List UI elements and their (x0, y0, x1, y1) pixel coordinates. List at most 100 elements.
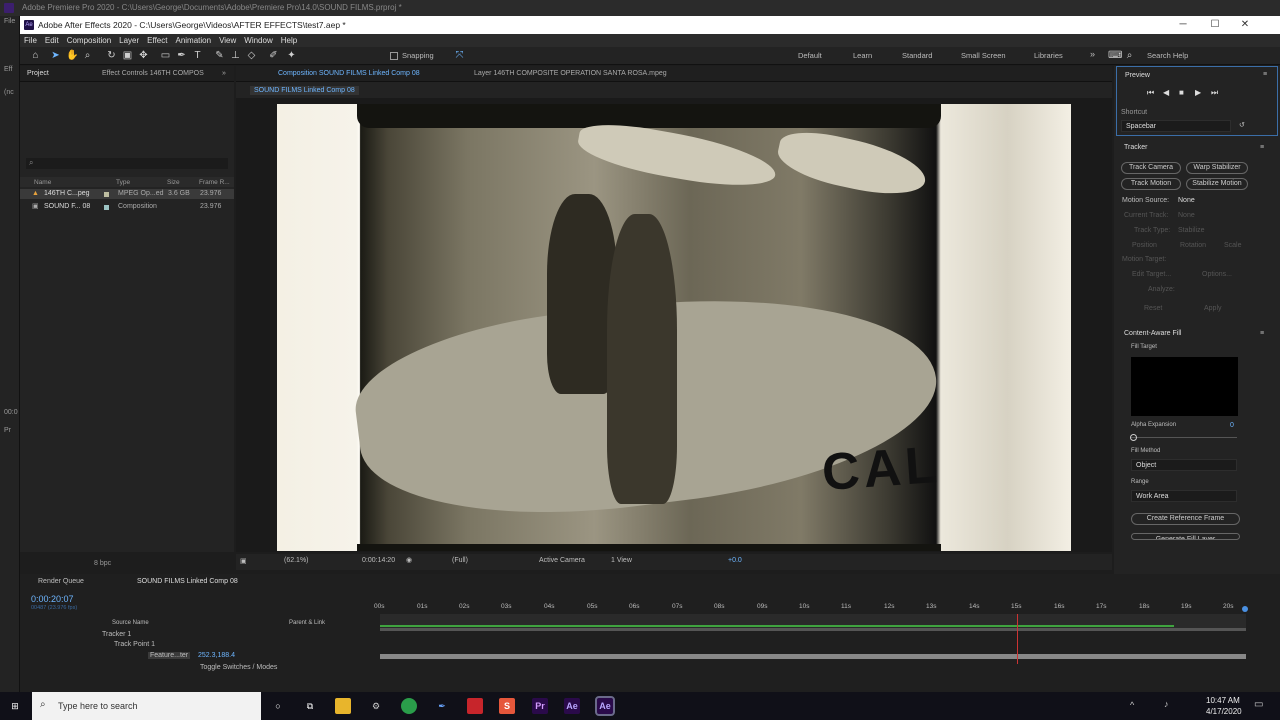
close-button[interactable]: ✕ (1230, 16, 1260, 34)
clock-date[interactable]: 4/17/2020 (1206, 707, 1242, 716)
timeline-timecode[interactable]: 0:00:20:07 (31, 594, 74, 604)
workspace-standard[interactable]: Standard (902, 51, 932, 60)
reset-icon[interactable]: ↺ (1239, 121, 1245, 129)
col-size[interactable]: Size (167, 179, 180, 186)
puppet-pin-icon[interactable]: ✦ (286, 50, 297, 61)
workspaces-more-button[interactable]: » (1090, 49, 1095, 59)
task-view-icon[interactable]: ⧉ (302, 698, 318, 714)
tab-project[interactable]: Project (27, 70, 49, 77)
zoom-tool-icon[interactable]: ⌕ (82, 50, 93, 61)
options-button[interactable]: Options... (1202, 271, 1232, 278)
workspace-libraries[interactable]: Libraries (1034, 51, 1063, 60)
maximize-button[interactable]: ☐ (1200, 16, 1230, 34)
bpc-label[interactable]: 8 bpc (94, 560, 111, 567)
range-dropdown[interactable]: Work Area (1131, 490, 1237, 502)
type-tool-icon[interactable]: T (192, 50, 203, 61)
track-bar[interactable] (380, 654, 1246, 659)
menu-animation[interactable]: Animation (171, 34, 215, 47)
work-area-bar[interactable] (380, 628, 1246, 631)
minimize-button[interactable]: ─ (1168, 16, 1198, 34)
feature-center-value[interactable]: 252.3,188.4 (198, 652, 235, 659)
motion-source-dropdown[interactable]: None (1178, 197, 1195, 204)
selection-tool-icon[interactable]: ➤ (50, 50, 61, 61)
snap-icon[interactable]: ⤧ (454, 50, 465, 61)
roto-brush-icon[interactable]: ✐ (268, 50, 279, 61)
menu-effect[interactable]: Effect (143, 34, 171, 47)
tab-effect-controls[interactable]: Effect Controls 146TH COMPOS (102, 70, 204, 77)
menu-edit[interactable]: Edit (41, 34, 63, 47)
feather-app-icon[interactable]: ✒ (434, 698, 450, 714)
workspace-learn[interactable]: Learn (853, 51, 872, 60)
clock-time[interactable]: 10:47 AM (1206, 696, 1240, 705)
menu-view[interactable]: View (215, 34, 240, 47)
snapshot-icon[interactable]: ◉ (406, 556, 412, 564)
project-search-input[interactable]: ⌕ (26, 158, 228, 169)
panel-more-icon[interactable]: » (222, 70, 226, 77)
panel-menu-icon[interactable]: ≡ (1260, 330, 1264, 337)
col-frame-rate[interactable]: Frame R... (199, 179, 230, 186)
keyboard-icon[interactable]: ⌨ (1108, 50, 1122, 61)
notifications-icon[interactable]: ▭ (1254, 699, 1263, 710)
network-app-icon[interactable]: ⚙ (368, 698, 384, 714)
camera-dropdown[interactable]: Active Camera (539, 557, 585, 564)
project-row[interactable]: ▣ SOUND F... 08 Composition 23.976 (20, 202, 234, 212)
warp-stabilizer-button[interactable]: Warp Stabilizer (1186, 162, 1248, 174)
brush-tool-icon[interactable]: ✎ (214, 50, 225, 61)
slider-handle[interactable] (1130, 434, 1137, 441)
layer-feature-center[interactable]: Feature...ter (148, 652, 191, 659)
menu-layer[interactable]: Layer (115, 34, 143, 47)
workspace-default[interactable]: Default (798, 51, 822, 60)
fill-method-dropdown[interactable]: Object (1131, 459, 1237, 471)
alpha-expansion-slider[interactable] (1131, 437, 1237, 438)
comp-breadcrumb[interactable]: SOUND FILMS Linked Comp 08 (250, 86, 359, 95)
next-frame-icon[interactable]: ▶︎ (1195, 88, 1201, 97)
project-row[interactable]: ▲ 146TH C...peg MPEG Op...ed 3.6 GB 23.9… (20, 189, 234, 199)
media-app-icon[interactable] (467, 698, 483, 714)
premiere-taskbar-icon[interactable]: Pr (532, 698, 548, 714)
premiere-side-strip[interactable]: File Eff (nc 00:0 Pr (0, 16, 20, 692)
resolution-dropdown[interactable]: (Full) (452, 557, 468, 564)
camera-tool-icon[interactable]: ▣ (122, 50, 133, 61)
scale-checkbox[interactable]: Scale (1224, 242, 1242, 249)
reset-button[interactable]: Reset (1144, 305, 1162, 312)
ae-taskbar-icon[interactable]: Ae (564, 698, 580, 714)
tab-composition[interactable]: Composition SOUND FILMS Linked Comp 08 (278, 70, 420, 77)
col-type[interactable]: Type (116, 179, 130, 186)
tab-render-queue[interactable]: Render Queue (38, 578, 84, 585)
zoom-dropdown[interactable]: (62.1%) (284, 557, 309, 564)
menu-window[interactable]: Window (240, 34, 276, 47)
apply-button[interactable]: Apply (1204, 305, 1222, 312)
tab-timeline-comp[interactable]: SOUND FILMS Linked Comp 08 (137, 578, 238, 585)
timecode-display[interactable]: 0:00:14:20 (362, 557, 395, 564)
clone-stamp-icon[interactable]: ⊥ (230, 50, 241, 61)
file-explorer-icon[interactable] (335, 698, 351, 714)
layer-tracker[interactable]: Tracker 1 (102, 631, 131, 638)
exposure-value[interactable]: +0.0 (728, 557, 742, 564)
prev-frame-icon[interactable]: ◀︎ (1163, 88, 1169, 97)
col-name[interactable]: Name (34, 179, 51, 186)
playhead-handle[interactable] (1242, 606, 1248, 612)
track-camera-button[interactable]: Track Camera (1121, 162, 1181, 174)
snapping-checkbox[interactable] (390, 52, 398, 60)
chrome-icon[interactable] (401, 698, 417, 714)
rectangle-tool-icon[interactable]: ▭ (160, 50, 171, 61)
volume-icon[interactable]: ♪ (1164, 699, 1169, 709)
alpha-expansion-value[interactable]: 0 (1230, 422, 1234, 429)
create-reference-frame-button[interactable]: Create Reference Frame (1131, 513, 1240, 525)
views-dropdown[interactable]: 1 View (611, 557, 632, 564)
menu-composition[interactable]: Composition (63, 34, 115, 47)
rotation-checkbox[interactable]: Rotation (1180, 242, 1206, 249)
windows-start-icon[interactable]: ⊞ (7, 698, 23, 714)
always-preview-icon[interactable]: ▣ (240, 557, 247, 565)
toggle-switches-modes[interactable]: Toggle Switches / Modes (200, 664, 277, 671)
edit-target-button[interactable]: Edit Target... (1132, 271, 1171, 278)
menu-help[interactable]: Help (277, 34, 301, 47)
search-icon[interactable]: ⌕ (1124, 50, 1135, 61)
pan-behind-tool-icon[interactable]: ✥ (138, 50, 149, 61)
home-icon[interactable]: ⌂ (30, 50, 41, 61)
workspace-small-screen[interactable]: Small Screen (961, 51, 1006, 60)
s-app-icon[interactable]: S (499, 698, 515, 714)
search-help-input[interactable]: Search Help (1147, 51, 1188, 60)
play-stop-icon[interactable]: ■ (1179, 88, 1184, 97)
position-checkbox[interactable]: Position (1132, 242, 1157, 249)
